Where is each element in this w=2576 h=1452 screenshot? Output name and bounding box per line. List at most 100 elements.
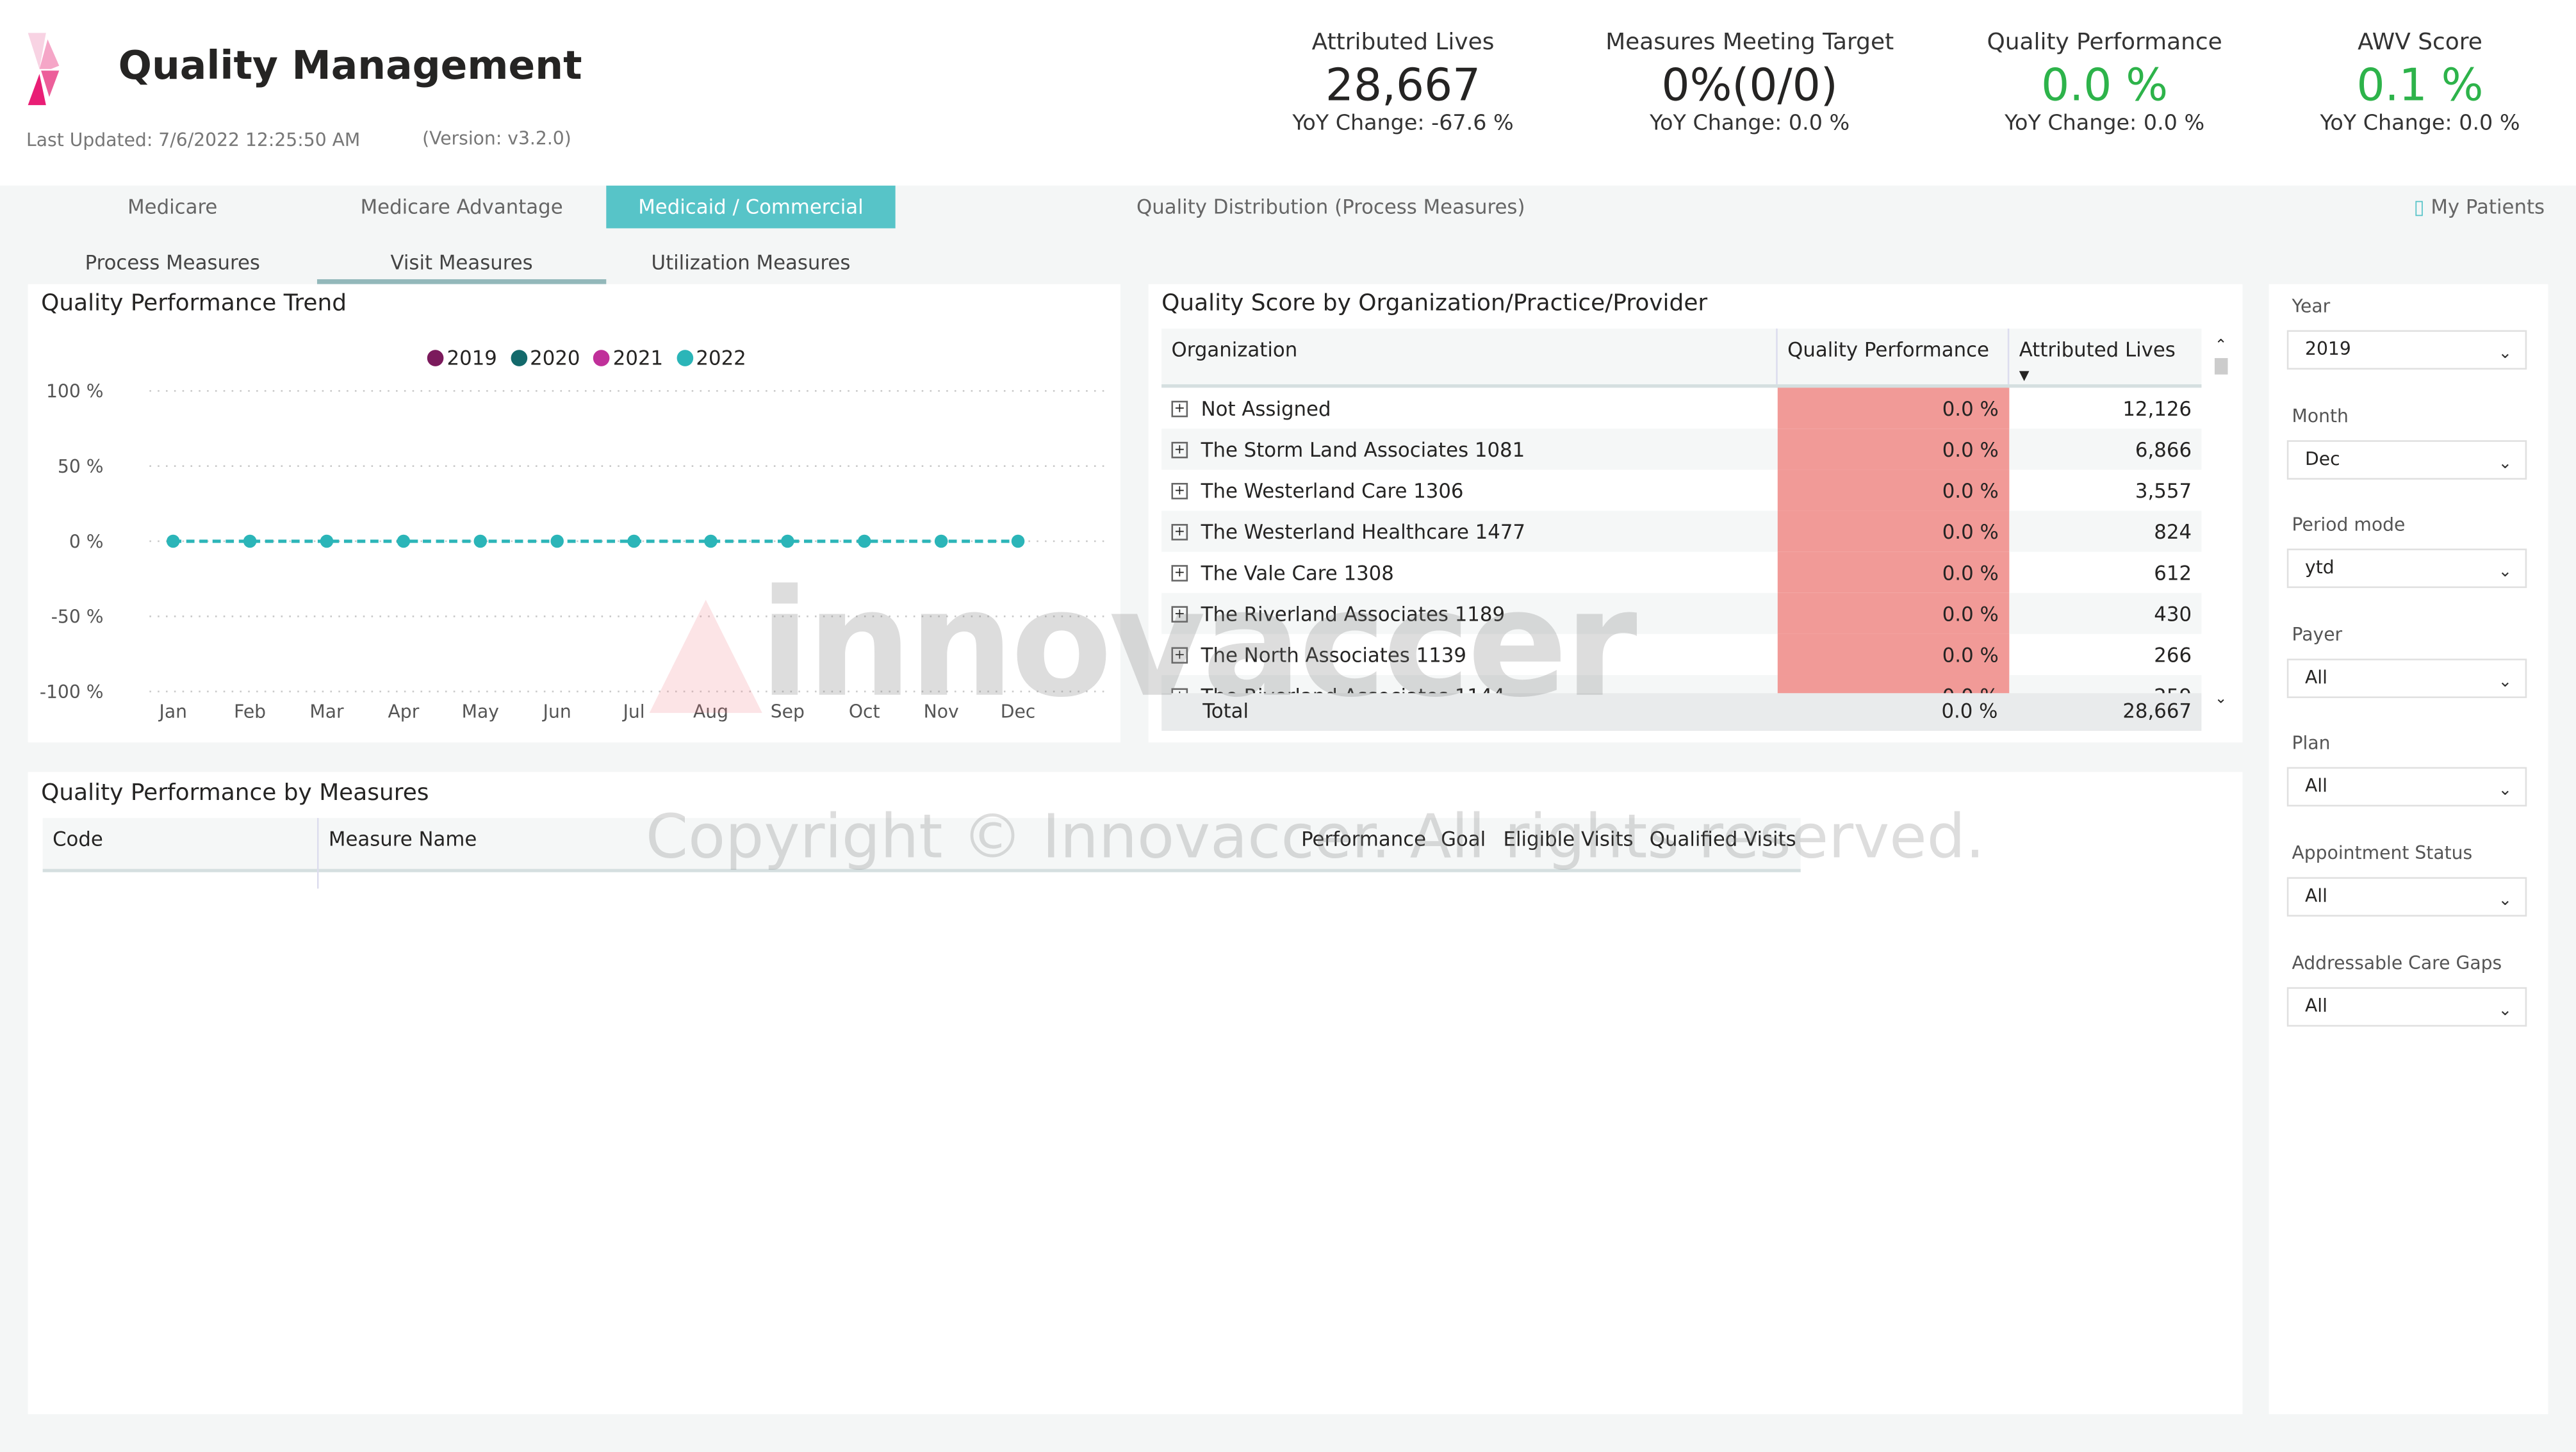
table-row[interactable]: + The Westerland Healthcare 1477 0.0 % 824 xyxy=(1161,510,2202,552)
filter-label: Appointment Status xyxy=(2292,842,2473,864)
x-tick-label: Nov xyxy=(924,701,959,722)
data-point xyxy=(243,534,257,548)
table-row[interactable]: + The Westerland Care 1306 0.0 % 3,557 xyxy=(1161,469,2201,511)
kpi-attributed-lives: Attributed Lives 28,667 YoY Change: -67.6 … xyxy=(1292,29,1514,136)
data-point xyxy=(1011,534,1025,548)
chevron-down-icon: ⌄ xyxy=(2498,1001,2513,1020)
kpi-awv-score: AWV Score 0.1 % YoY Change: 0.0 % xyxy=(2320,29,2520,136)
table-row[interactable]: + The Vale Care 1308 0.0 % 612 xyxy=(1161,551,2201,593)
expand-icon[interactable]: + xyxy=(1171,647,1188,664)
filter-dropdown[interactable]: ytd ⌄ xyxy=(2286,549,2527,589)
filter-dropdown[interactable]: All ⌄ xyxy=(2286,767,2527,808)
col-quality-performance[interactable]: Quality Performance xyxy=(1776,328,2009,386)
chevron-down-icon: ⌄ xyxy=(2498,673,2513,692)
x-tick-label: Feb xyxy=(234,701,266,722)
tab-medicare[interactable]: Medicare xyxy=(28,186,317,229)
col-code[interactable]: Code xyxy=(53,828,103,851)
kpi-measures-meeting-target: Measures Meeting Target 0%(0/0) YoY Change… xyxy=(1605,29,1894,136)
org-name: + Not Assigned xyxy=(1161,386,1776,429)
y-tick-label: 0 % xyxy=(69,531,104,552)
measures-panel: Quality Performance by Measures Code Mea… xyxy=(28,772,2243,1415)
version: (Version: v3.2.0) xyxy=(422,128,571,150)
table-row[interactable]: + The Riverland Associates 1189 0.0 % 430 xyxy=(1161,592,2202,634)
y-tick-label: -100 % xyxy=(40,681,104,703)
data-point xyxy=(627,534,641,548)
data-point xyxy=(320,534,334,548)
table-row[interactable]: + Not Assigned 0.0 % 12,126 xyxy=(1161,386,2201,429)
filter-label: Year xyxy=(2292,295,2331,317)
chevron-down-icon: ⌄ xyxy=(2498,892,2513,910)
expand-icon[interactable]: + xyxy=(1171,524,1188,541)
tab-medicaid-commercial[interactable]: Medicaid / Commercial xyxy=(606,185,896,229)
expand-icon[interactable]: + xyxy=(1171,441,1188,459)
quality-performance-cell: 0.0 % xyxy=(1776,633,2009,676)
expand-icon[interactable]: + xyxy=(1171,565,1188,582)
org-table: Organization Quality Performance Attribute… xyxy=(1161,328,2202,731)
attributed-lives-cell: 824 xyxy=(2008,510,2202,552)
col-organization[interactable]: Organization xyxy=(1161,329,1776,386)
col-qualified-visits[interactable]: Qualified Visits xyxy=(1650,828,1796,851)
tab-quality-distribution[interactable]: Quality Distribution (Process Measures) xyxy=(1134,186,1528,229)
x-tick-label: Oct xyxy=(849,701,880,722)
filter-label: Addressable Care Gaps xyxy=(2292,952,2502,974)
x-tick-label: Jun xyxy=(542,701,571,722)
col-measure-name[interactable]: Measure Name xyxy=(316,818,487,889)
data-point xyxy=(473,534,488,548)
org-panel: Quality Score by Organization/Practice/P… xyxy=(1148,284,2243,743)
filter-dropdown[interactable]: All ⌄ xyxy=(2286,986,2527,1026)
y-tick-label: 100 % xyxy=(46,381,104,402)
attributed-lives-cell: 6,866 xyxy=(2008,428,2202,470)
attributed-lives-cell: 430 xyxy=(2008,592,2202,634)
x-tick-label: Aug xyxy=(693,701,728,722)
y-tick-label: -50 % xyxy=(51,607,104,628)
quality-performance-cell: 0.0 % xyxy=(1776,592,2009,634)
subtab-process-measures[interactable]: Process Measures xyxy=(28,247,317,279)
table-row[interactable]: + The North Associates 1139 0.0 % 266 xyxy=(1161,633,2201,676)
org-name: + The Westerland Healthcare 1477 xyxy=(1161,510,1777,552)
attributed-lives-cell: 266 xyxy=(2154,643,2192,666)
quality-performance-cell: 0.0 % xyxy=(1776,386,2009,429)
col-goal[interactable]: Goal xyxy=(1441,828,1486,851)
attributed-lives-cell: 3,557 xyxy=(2135,478,2192,502)
expand-icon[interactable]: + xyxy=(1171,482,1188,500)
measures-title: Quality Performance by Measures xyxy=(41,780,429,807)
my-patients-button[interactable]: ▯ My Patients xyxy=(2405,186,2553,229)
y-tick-label: 50 % xyxy=(58,456,104,477)
attributed-lives-cell: 612 xyxy=(2154,560,2192,584)
tab-medicare-advantage[interactable]: Medicare Advantage xyxy=(317,186,606,229)
page-title: Quality Management xyxy=(118,42,582,89)
col-eligible-visits[interactable]: Eligible Visits xyxy=(1504,828,1634,851)
subtab-visit-measures[interactable]: Visit Measures xyxy=(316,247,607,284)
col-performance[interactable]: Performance xyxy=(1301,828,1426,851)
data-point xyxy=(934,534,948,548)
data-point xyxy=(397,534,411,548)
x-tick-label: Jul xyxy=(622,701,645,722)
filter-label: Period mode xyxy=(2292,514,2406,536)
filter-dropdown[interactable]: All ⌄ xyxy=(2286,658,2527,698)
subtab-utilization-measures[interactable]: Utilization Measures xyxy=(606,247,895,279)
org-scrollbar[interactable]: ⌃ ⌄ xyxy=(2214,338,2228,708)
col-attributed-lives[interactable]: Attributed Lives ▼ xyxy=(2007,328,2202,386)
data-point xyxy=(857,534,871,548)
filter-label: Month xyxy=(2292,405,2349,427)
filter-dropdown[interactable]: Dec ⌄ xyxy=(2286,439,2527,479)
filter-label: Plan xyxy=(2292,733,2331,755)
org-table-title: Quality Score by Organization/Practice/P… xyxy=(1161,290,1708,317)
sort-desc-icon: ▼ xyxy=(2019,368,2030,383)
filter-dropdown[interactable]: 2019 ⌄ xyxy=(2286,330,2527,370)
expand-icon[interactable]: + xyxy=(1171,606,1188,623)
header: Quality Management Last Updated: 7/6/202… xyxy=(0,0,2576,186)
trend-chart: 100 % 50 % 0 % -50 % -100 % Jan Feb Mar Apr May Ju… xyxy=(40,381,1104,722)
last-updated: Last Updated: 7/6/2022 12:25:50 AM xyxy=(26,129,361,151)
org-name: + The Vale Care 1308 xyxy=(1161,552,1776,593)
chevron-down-icon: ⌄ xyxy=(2498,345,2513,363)
x-tick-label: Dec xyxy=(1001,701,1036,722)
expand-icon[interactable]: + xyxy=(1171,400,1188,418)
bookmark-icon: ▯ xyxy=(2413,195,2425,219)
x-tick-label: Apr xyxy=(388,701,420,722)
filter-dropdown[interactable]: All ⌄ xyxy=(2286,877,2527,917)
org-name: + The Westerland Care 1306 xyxy=(1161,469,1776,510)
table-row[interactable]: + The Storm Land Associates 1081 0.0 % 6,86… xyxy=(1161,428,2202,470)
chevron-down-icon: ⌄ xyxy=(2498,564,2513,582)
chevron-down-icon: ⌄ xyxy=(2498,454,2513,473)
